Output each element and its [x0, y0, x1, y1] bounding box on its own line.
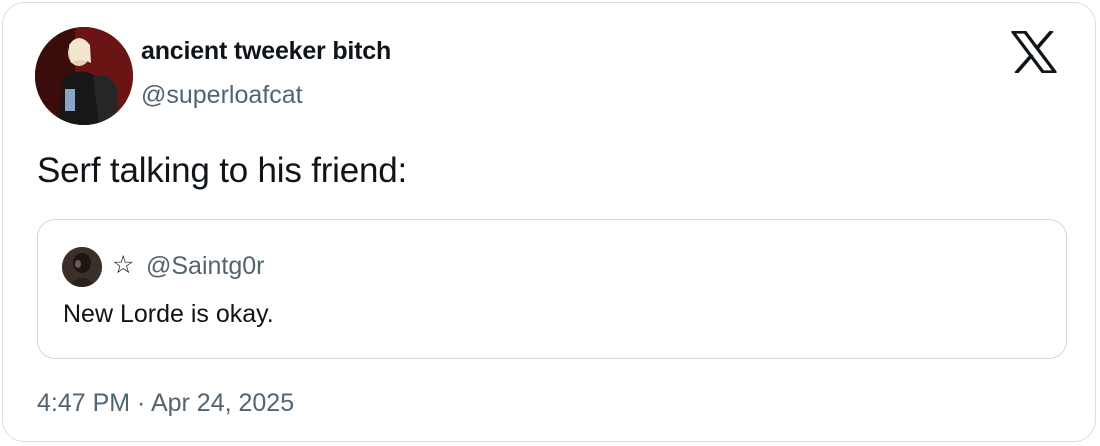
author-avatar[interactable] [35, 27, 133, 125]
x-logo-icon[interactable] [1011, 29, 1057, 75]
quoted-author-name[interactable]: ☆ [112, 250, 134, 280]
quoted-tweet[interactable]: ☆ @Saintg0r New Lorde is okay. [37, 219, 1067, 359]
quoted-author-avatar[interactable] [62, 247, 102, 287]
author-avatar-image [35, 27, 133, 125]
tweet-timestamp[interactable]: 4:47 PM · Apr 24, 2025 [37, 389, 294, 418]
tweet-text: Serf talking to his friend: [37, 151, 408, 190]
quoted-author-handle[interactable]: @Saintg0r [146, 252, 265, 281]
tweet-card: ancient tweeker bitch @superloafcat Serf… [2, 2, 1096, 442]
quoted-avatar-image [62, 247, 102, 287]
quoted-tweet-text: New Lorde is okay. [63, 300, 274, 328]
author-handle[interactable]: @superloafcat [141, 81, 303, 110]
author-display-name[interactable]: ancient tweeker bitch [141, 37, 391, 66]
